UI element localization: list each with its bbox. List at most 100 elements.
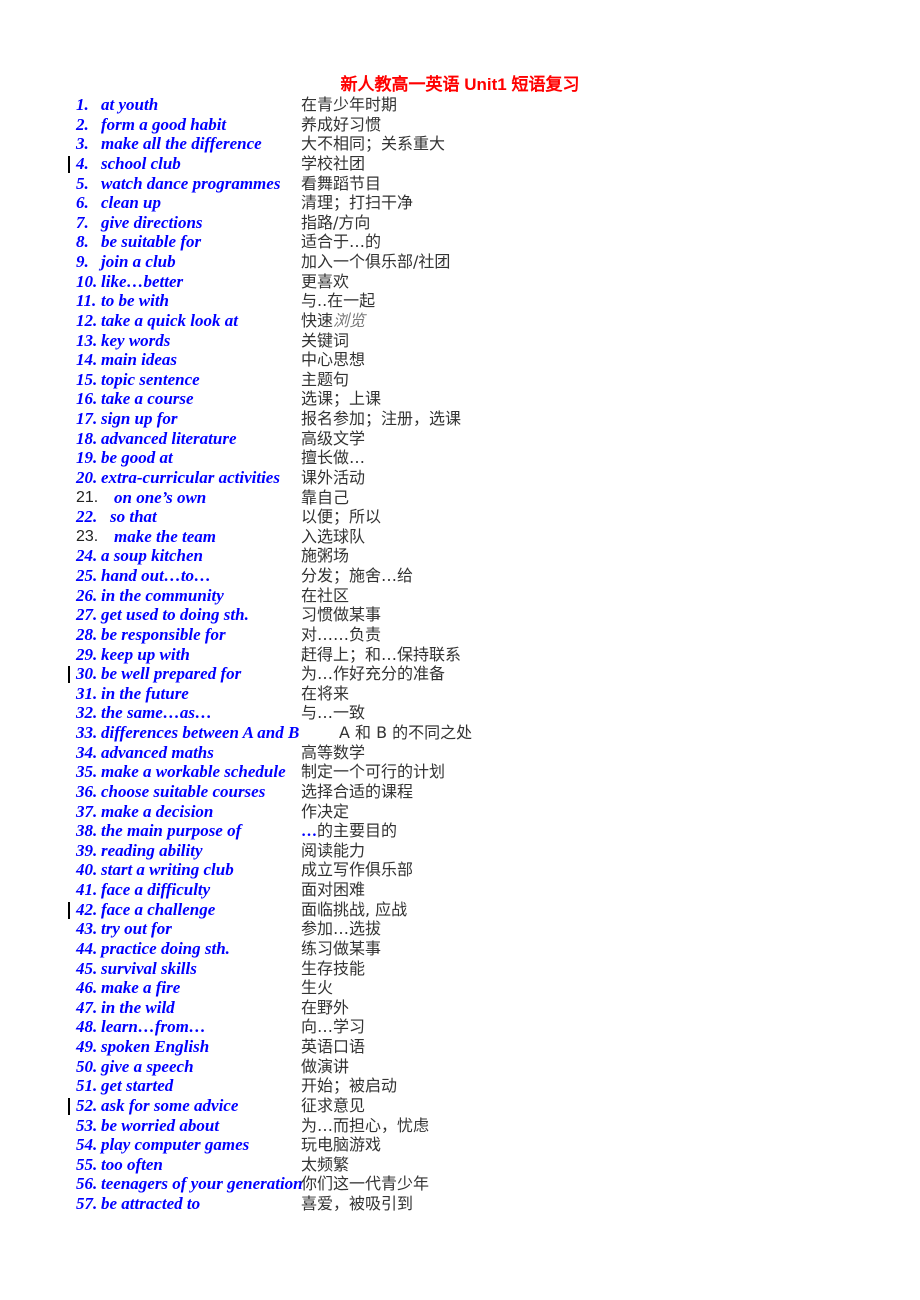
phrase-number: 3. [76, 134, 89, 154]
chinese-meaning-text: 施粥场 [301, 546, 350, 566]
phrase-number: 53. [76, 1115, 98, 1135]
phrase-number: 12. [76, 310, 98, 330]
chinese-meaning: A 和 B 的不同之处 [339, 723, 472, 743]
chinese-meaning-text: 学校社团 [301, 153, 366, 173]
chinese-meaning: 更喜欢 [301, 272, 349, 292]
chinese-meaning-text: 生存技能 [301, 958, 366, 978]
english-phrase: like…better [101, 271, 184, 291]
phrase-row: 9. join a club 加入一个俱乐部/社团 [0, 252, 920, 272]
phrase-row: 32. the same…as… 与…一致 [0, 703, 920, 723]
phrase-number: 56. [76, 1174, 98, 1194]
chinese-meaning: 选择合适的课程 [301, 782, 413, 802]
chinese-meaning: 喜爱，被吸引到 [301, 1194, 413, 1214]
chinese-meaning-text: 太频繁 [301, 1154, 350, 1174]
phrase-number: 48. [76, 1017, 98, 1037]
phrase-number: 1. [76, 95, 89, 114]
english-phrase: learn…from… [101, 1017, 206, 1037]
phrase-row: 20. extra-curricular activities 课外活动 [0, 468, 920, 488]
english-phrase: the main purpose of [101, 821, 242, 841]
english-phrase: school club [101, 153, 181, 173]
english-phrase: be well prepared for [101, 664, 242, 684]
chinese-meaning-text: 面临挑战, 应战 [301, 899, 408, 919]
english-phrase: give directions [101, 212, 203, 232]
english-phrase: make a decision [101, 801, 214, 821]
chinese-meaning: 面临挑战, 应战 [301, 900, 407, 920]
english-phrase: hand out…to… [101, 566, 212, 585]
chinese-meaning-text: 玩电脑游戏 [301, 1135, 382, 1155]
english-phrase: be good at [101, 448, 173, 468]
english-phrase: a soup kitchen [101, 546, 204, 566]
chinese-meaning-text: 征求意见 [301, 1095, 366, 1115]
chinese-meaning: 课外活动 [301, 468, 365, 488]
phrase-number: 44. [76, 938, 98, 958]
phrase-row: 56. teenagers of your generation 你们这一代青少年 [0, 1174, 920, 1194]
chinese-meaning-text: 报名参加；注册，选课 [301, 409, 462, 428]
english-phrase: join a club [101, 252, 176, 271]
change-bar-marker [68, 1097, 70, 1115]
phrase-row: 27. get used to doing sth. 习惯做某事 [0, 605, 920, 625]
chinese-meaning-text: 适合于…的 [301, 232, 382, 252]
chinese-meaning: 在社区 [301, 586, 349, 606]
phrase-number: 54. [76, 1135, 98, 1155]
chinese-meaning-text: 习惯做某事 [301, 605, 382, 625]
english-phrase: at youth [101, 95, 159, 114]
chinese-meaning-text: 高等数学 [301, 742, 366, 762]
phrase-number: 41. [76, 880, 98, 899]
english-phrase: advanced literature [101, 428, 237, 448]
phrase-row: 4. school club 学校社团 [0, 154, 920, 174]
chinese-meaning: 对……负责 [301, 625, 381, 645]
english-phrase: extra-curricular activities [101, 467, 280, 487]
english-phrase: try out for [101, 919, 172, 939]
phrase-number: 45. [76, 958, 98, 978]
chinese-meaning: 玩电脑游戏 [301, 1135, 381, 1155]
chinese-meaning-text: 英语口语 [301, 1037, 366, 1056]
phrase-number: 28. [76, 624, 98, 644]
chinese-meaning: 面对困难 [301, 880, 365, 900]
phrase-row: 26. in the community 在社区 [0, 586, 920, 606]
english-phrase: reading ability [101, 840, 203, 860]
chinese-meaning-text: 对……负责 [301, 624, 382, 644]
chinese-meaning: 在将来 [301, 684, 349, 704]
phrase-number: 39. [76, 840, 98, 860]
chinese-meaning: 在青少年时期 [301, 95, 397, 115]
chinese-meaning-text: 做演讲 [301, 1056, 350, 1076]
chinese-meaning-text: 赶得上；和…保持联系 [301, 644, 462, 664]
phrase-number: 29. [76, 644, 98, 664]
chinese-meaning: 生火 [301, 978, 333, 998]
chinese-meaning-text: 快速 [301, 310, 334, 330]
phrase-number: 13. [76, 330, 98, 350]
phrase-number: 15. [76, 369, 98, 389]
phrase-row: 13. key words 关键词 [0, 331, 920, 351]
phrase-number: 5. [76, 173, 89, 193]
phrase-row: 43. try out for 参加…选拔 [0, 919, 920, 939]
chinese-meaning: 与…一致 [301, 703, 365, 723]
phrase-row: 35. make a workable schedule 制定一个可行的计划 [0, 762, 920, 782]
phrase-row: 1. at youth 在青少年时期 [0, 95, 920, 115]
phrase-row: 3. make all the difference 大不相同；关系重大 [0, 134, 920, 154]
phrase-number: 31. [76, 683, 98, 703]
chinese-meaning: 清理；打扫干净 [301, 193, 413, 213]
chinese-meaning-text: 养成好习惯 [301, 114, 382, 134]
chinese-meaning-text: 分发；施舍…给 [301, 566, 414, 585]
phrase-number: 26. [76, 585, 98, 605]
english-phrase: sign up for [101, 409, 178, 428]
chinese-meaning: 施粥场 [301, 546, 349, 566]
chinese-meaning: 主题句 [301, 370, 349, 390]
english-phrase: key words [101, 330, 171, 350]
phrase-row: 21. on one’s own 靠自己 [0, 488, 920, 508]
chinese-meaning-text: 主题句 [301, 369, 350, 389]
english-phrase: in the future [101, 683, 189, 703]
chinese-meaning-text: 练习做某事 [301, 938, 382, 958]
english-phrase: be suitable for [101, 232, 202, 252]
phrase-number: 27. [76, 605, 98, 625]
chinese-meaning-text: 的主要目的 [317, 821, 398, 841]
english-phrase: get used to doing sth. [101, 605, 249, 625]
phrase-number: 34. [76, 742, 98, 762]
phrase-row: 39. reading ability 阅读能力 [0, 841, 920, 861]
phrase-row: 19. be good at 擅长做… [0, 448, 920, 468]
chinese-meaning-text: 清理；打扫干净 [301, 193, 414, 213]
english-phrase: teenagers of your generation [101, 1174, 303, 1194]
chinese-meaning: 报名参加；注册，选课 [301, 409, 461, 429]
chinese-meaning-italic: 浏览 [333, 310, 366, 330]
english-phrase: to be with [101, 291, 170, 311]
